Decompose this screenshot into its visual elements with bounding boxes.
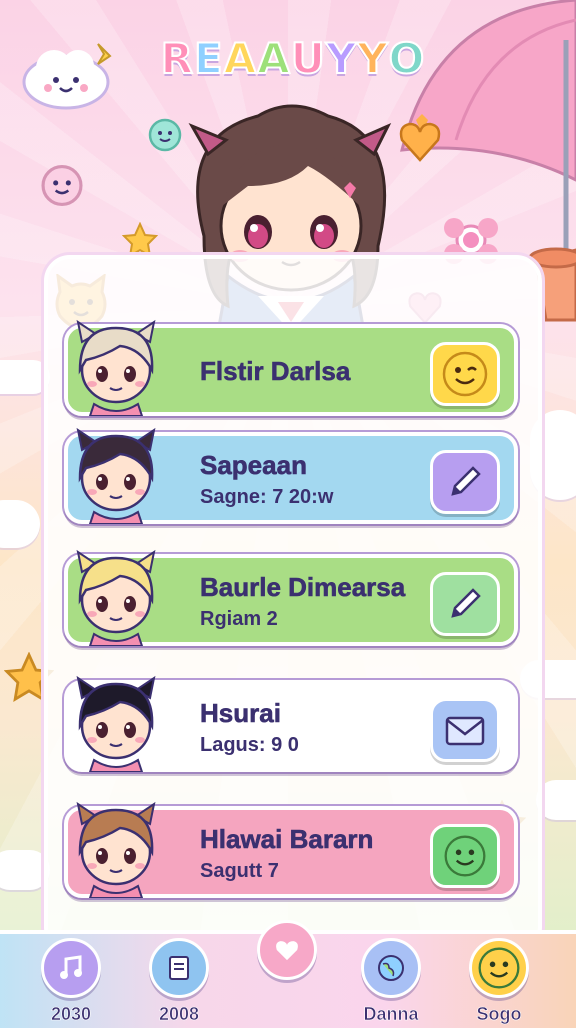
card-action-button[interactable]: [430, 450, 500, 514]
nav-item-label: 2030: [50, 1004, 92, 1025]
character-avatar: [76, 319, 156, 416]
character-avatar: [76, 549, 156, 646]
title-letter: U: [290, 33, 326, 84]
card-action-button[interactable]: [430, 342, 500, 406]
nav-item[interactable]: Danna: [346, 938, 436, 1024]
character-card[interactable]: Flstir Darlsa: [64, 319, 518, 416]
pencil-icon: [445, 584, 485, 624]
heart-icon: [399, 122, 441, 162]
character-card[interactable]: Hlawai Bararn Sagutt 7: [64, 801, 518, 898]
character-card[interactable]: Baurle Dimearsa Rgiam 2: [64, 549, 518, 646]
title-letter: A: [256, 33, 291, 84]
nav-item[interactable]: Sogo: [454, 938, 544, 1024]
nav-item-label: Danna: [363, 1004, 419, 1025]
title-letter: Y: [356, 33, 389, 84]
bubble-smile-icon: [41, 164, 83, 206]
cloud-decoration: [0, 850, 50, 890]
character-name: Sapeaan: [200, 450, 308, 481]
nav-item-label: Sogo: [476, 1004, 522, 1025]
card-action-button[interactable]: [430, 698, 500, 762]
character-name: Hsurai: [200, 698, 282, 729]
cloud-mascot-icon: [22, 43, 112, 110]
heart-home-icon: [257, 920, 317, 980]
notepad-icon: [149, 938, 209, 998]
smile-emoji-icon: [469, 938, 529, 998]
character-name: Baurle Dimearsa: [200, 572, 406, 603]
character-name: Hlawai Bararn: [200, 824, 374, 855]
title-letter: E: [193, 33, 224, 84]
nav-item-label: 2008: [158, 1004, 200, 1025]
title-letter: R: [160, 33, 194, 84]
character-stat: Lagus: 9 0: [200, 734, 299, 756]
character-card[interactable]: Sapeaan Sagne: 7 20:w: [64, 427, 518, 524]
character-stat: Rgiam 2: [200, 608, 278, 630]
cloud-decoration: [536, 780, 576, 820]
character-avatar: [76, 427, 156, 524]
nav-item[interactable]: 2008: [134, 938, 224, 1024]
bottom-navigation: 2030 2008 Danna Sogo: [0, 920, 576, 1028]
star-icon: [122, 222, 158, 258]
character-stat: Sagne: 7 20:w: [200, 486, 334, 508]
card-action-button[interactable]: [430, 572, 500, 636]
globe-icon: [361, 938, 421, 998]
app-title: REAAUYYO: [148, 33, 438, 92]
title-letter: A: [223, 33, 258, 84]
pencil-icon: [445, 462, 485, 502]
character-card[interactable]: Hsurai Lagus: 9 0: [64, 675, 518, 772]
nav-item[interactable]: [242, 920, 332, 1006]
title-letter: Y: [325, 33, 358, 84]
music-note-icon: [41, 938, 101, 998]
nav-item[interactable]: 2030: [26, 938, 116, 1024]
character-name: Flstir Darlsa: [200, 356, 351, 387]
wink-emoji-icon: [440, 349, 490, 399]
smile-emoji-icon: [442, 833, 488, 879]
character-avatar: [76, 675, 156, 772]
character-stat: Sagutt 7: [200, 860, 279, 882]
card-action-button[interactable]: [430, 824, 500, 888]
cloud-decoration: [0, 360, 50, 394]
character-avatar: [76, 801, 156, 898]
envelope-icon: [443, 710, 487, 750]
